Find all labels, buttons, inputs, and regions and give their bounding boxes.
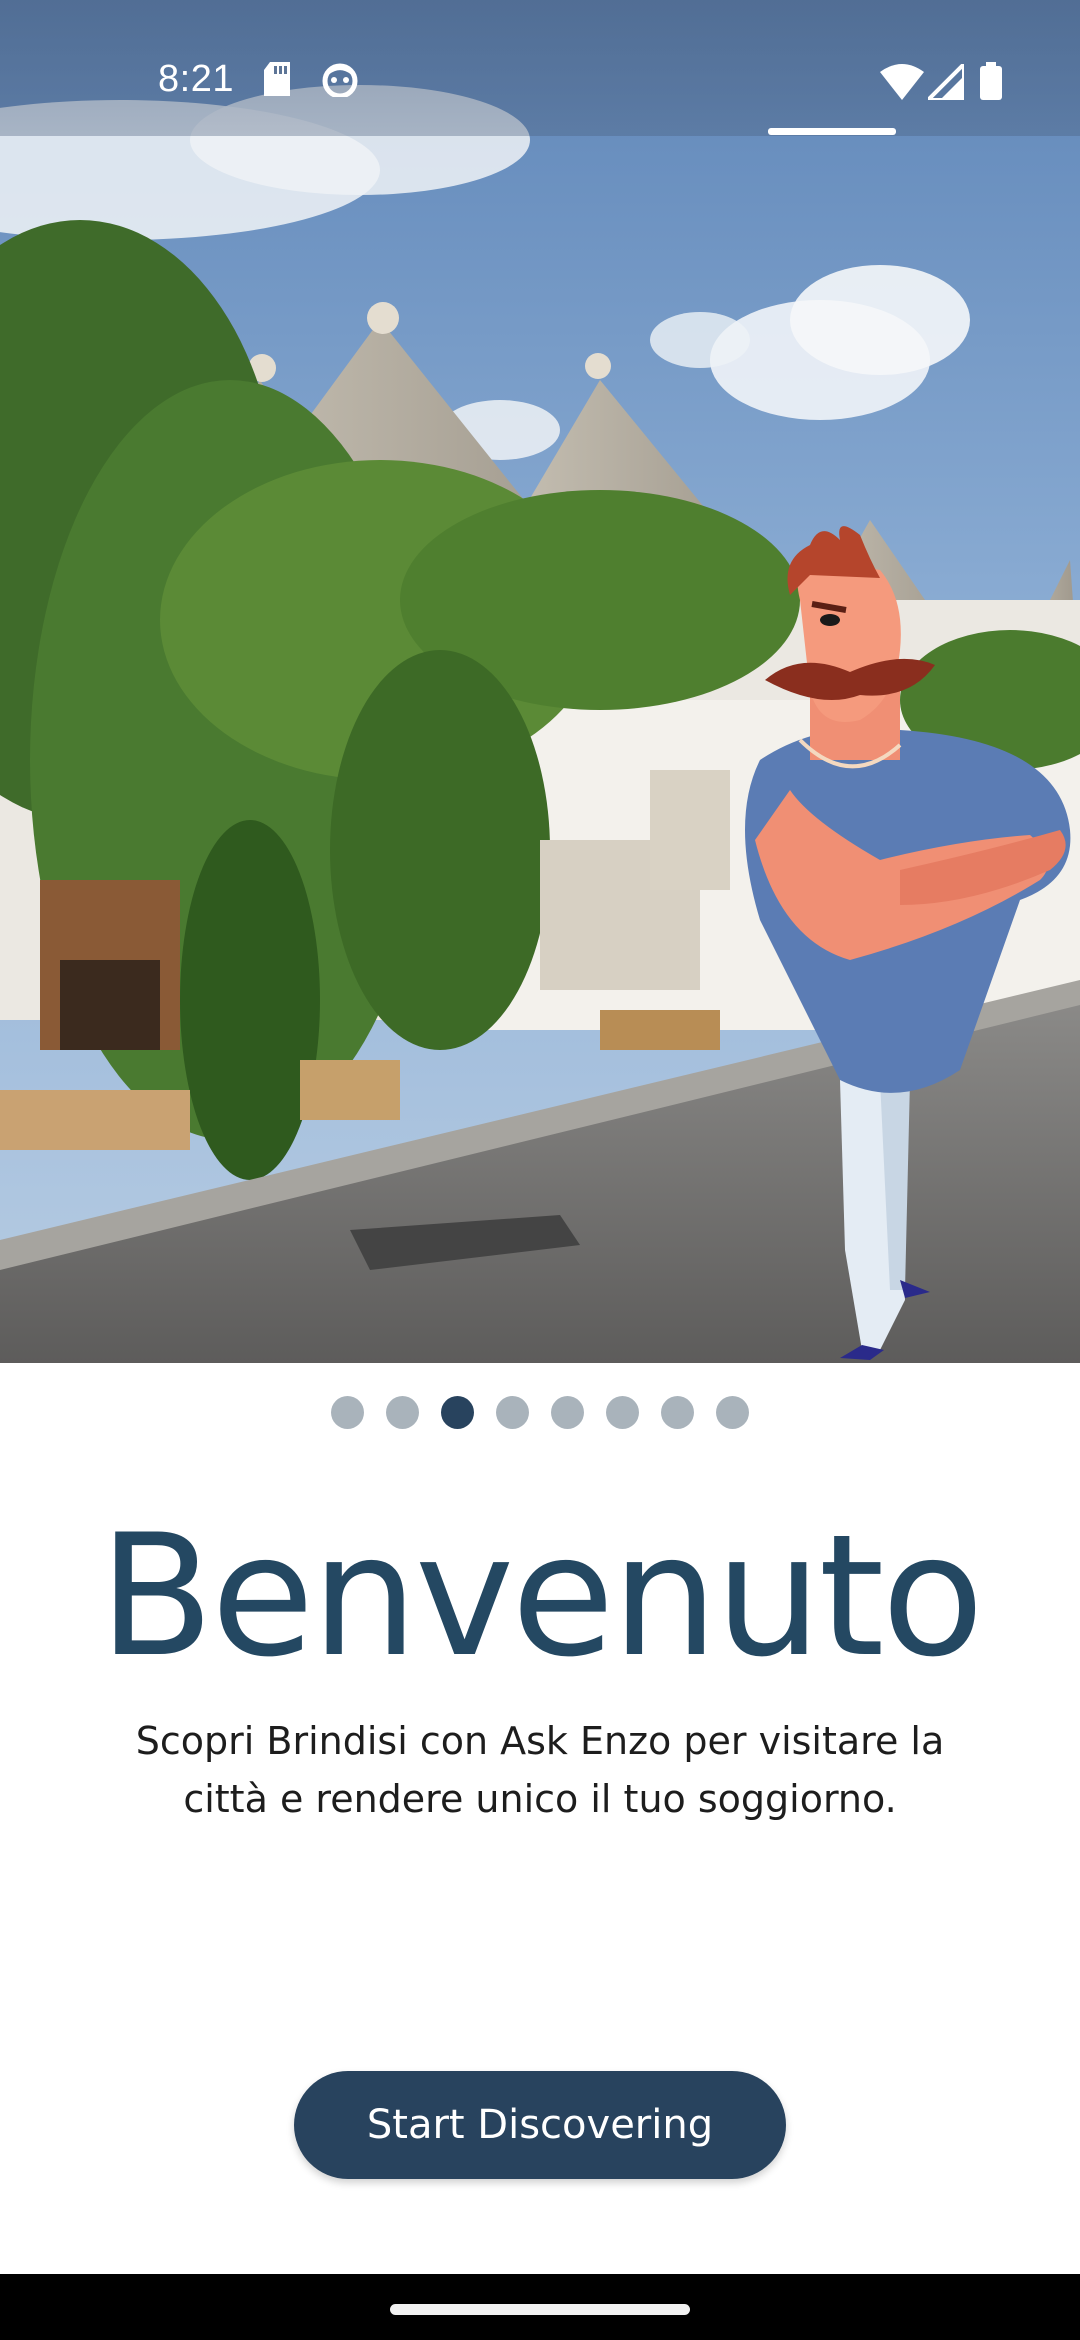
page-dot-1[interactable] <box>331 1396 364 1429</box>
hero-image <box>0 0 1080 1363</box>
welcome-title: Benvenuto <box>98 1498 984 1694</box>
subtitle-line-1: Scopri Brindisi con Ask Enzo per visitar… <box>135 1719 945 1763</box>
page-dot-2[interactable] <box>386 1396 419 1429</box>
subtitle-line-2: città e rendere unico il tuo soggiorno. <box>183 1777 897 1821</box>
status-time: 8:21 <box>158 58 234 100</box>
page-dot-8[interactable] <box>716 1396 749 1429</box>
page-dot-6[interactable] <box>606 1396 639 1429</box>
home-gesture-handle[interactable] <box>390 2304 690 2315</box>
status-bar: 8:21 <box>0 0 1080 136</box>
signal-icon <box>923 59 966 105</box>
navigation-bar <box>0 2274 1080 2340</box>
start-discovering-button[interactable]: Start Discovering <box>294 2071 786 2179</box>
page-dot-5[interactable] <box>551 1396 584 1429</box>
tab-indicator <box>768 128 896 135</box>
page-dot-3-active[interactable] <box>441 1396 474 1429</box>
sd-card-icon <box>262 62 292 101</box>
wifi-icon <box>880 64 924 105</box>
page-dot-7[interactable] <box>661 1396 694 1429</box>
onboarding-screen: 8:21 Benvenuto Scopri Brindisi con Ask E <box>0 0 1080 2340</box>
face-icon <box>322 63 358 102</box>
welcome-subtitle: Scopri Brindisi con Ask Enzo per visitar… <box>90 1712 990 1828</box>
battery-icon <box>980 62 1002 105</box>
page-indicator <box>0 1396 1080 1429</box>
page-dot-4[interactable] <box>496 1396 529 1429</box>
